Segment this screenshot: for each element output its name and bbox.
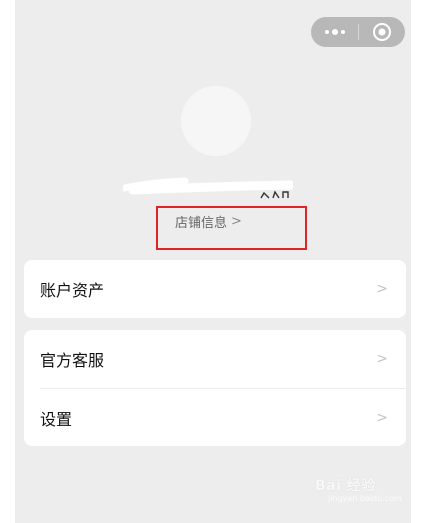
status-bar xyxy=(15,0,411,4)
mini-program-screen: 店铺信息 > 账户资产 > 官方客服 > 设置 > Bai 经验 jingyan… xyxy=(15,0,411,523)
close-mini-program-icon[interactable] xyxy=(359,17,405,47)
avatar[interactable] xyxy=(181,86,251,156)
more-options-icon[interactable] xyxy=(311,17,358,47)
service-settings-card: 官方客服 > 设置 > xyxy=(24,330,406,446)
menu-item-settings[interactable]: 设置 > xyxy=(24,389,406,447)
mini-program-capsule xyxy=(311,17,405,47)
baidu-jingyan-watermark: Bai 经验 xyxy=(315,478,376,494)
highlight-annotation-box xyxy=(156,206,307,250)
assets-card: 账户资产 > xyxy=(24,260,406,318)
redacted-username xyxy=(123,177,293,199)
menu-item-label: 账户资产 xyxy=(40,281,105,300)
chevron-right-icon: > xyxy=(376,281,388,297)
menu-item-account-assets[interactable]: 账户资产 > xyxy=(24,260,406,318)
menu-item-official-service[interactable]: 官方客服 > xyxy=(24,330,406,388)
menu-item-label: 设置 xyxy=(40,410,73,429)
menu-item-label: 官方客服 xyxy=(40,351,105,370)
chevron-right-icon: > xyxy=(376,410,388,426)
chevron-right-icon: > xyxy=(376,351,388,367)
baidu-jingyan-watermark-url: jingyan.baidu.com xyxy=(328,494,402,503)
